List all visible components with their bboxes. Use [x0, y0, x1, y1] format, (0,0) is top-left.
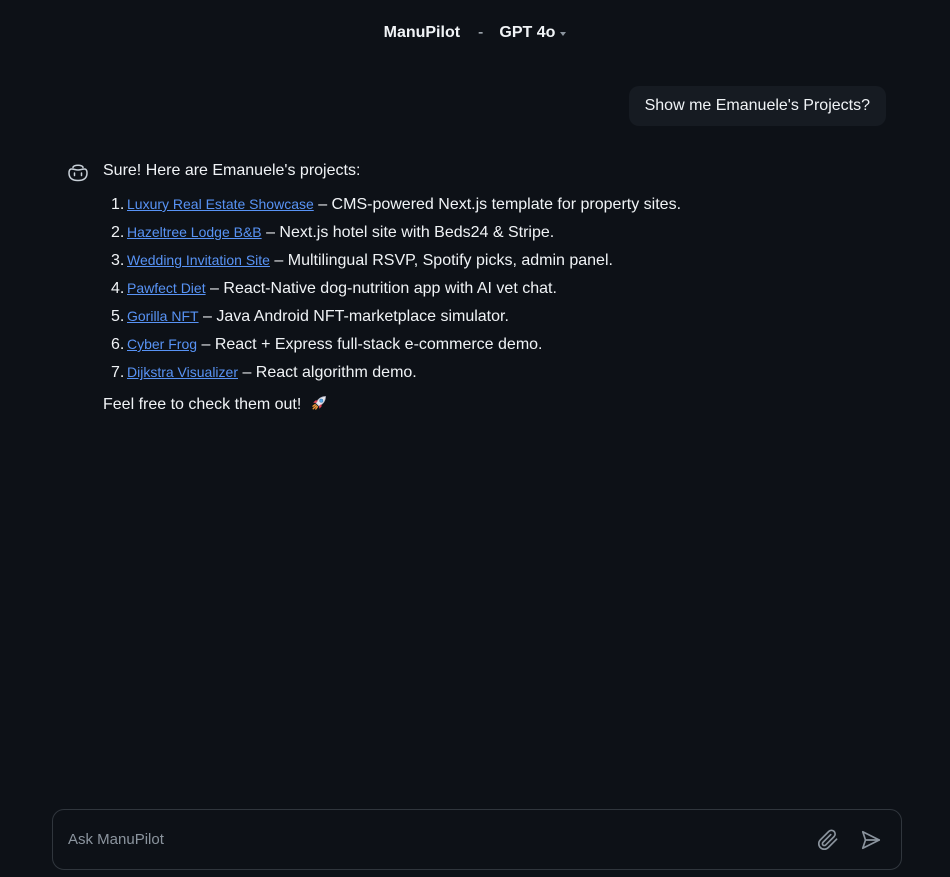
project-link-pawfect-diet[interactable]: Pawfect Diet	[127, 277, 206, 299]
project-number: 4.	[111, 280, 125, 297]
user-message-text: Show me Emanuele's Projects?	[644, 97, 870, 114]
project-number: 2.	[111, 224, 125, 241]
project-description: – React + Express full-stack e-commerce …	[197, 336, 543, 353]
paperclip-icon[interactable]	[816, 828, 840, 852]
header-separator: -	[478, 24, 484, 41]
rocket-icon	[310, 394, 328, 419]
project-link-cyber-frog[interactable]: Cyber Frog	[127, 333, 197, 355]
project-description: – Multilingual RSVP, Spotify picks, admi…	[269, 252, 613, 269]
project-description: – Java Android NFT-marketplace simulator…	[198, 308, 509, 325]
project-number: 3.	[111, 252, 125, 269]
project-item: 2. Hazeltree Lodge B&B – Next.js hotel s…	[103, 221, 883, 249]
project-list: 1. Luxury Real Estate Showcase – CMS-pow…	[103, 193, 883, 389]
model-selector[interactable]: GPT 4o	[499, 24, 567, 42]
user-message-bubble: Show me Emanuele's Projects?	[628, 86, 886, 126]
project-number: 5.	[111, 308, 125, 325]
project-number: 1.	[111, 196, 125, 213]
project-item: 4. Pawfect Diet – React-Native dog-nutri…	[103, 277, 883, 305]
project-number: 7.	[111, 364, 125, 381]
project-item: 3. Wedding Invitation Site – Multilingua…	[103, 249, 883, 277]
reply-outro: Feel free to check them out!	[103, 394, 883, 419]
bot-avatar-icon	[67, 161, 89, 183]
message-composer	[52, 809, 902, 870]
project-link-dijkstra-visualizer[interactable]: Dijkstra Visualizer	[127, 361, 238, 383]
reply-intro: Sure! Here are Emanuele's projects:	[103, 162, 361, 179]
project-number: 6.	[111, 336, 125, 353]
reply-outro-text: Feel free to check them out!	[103, 396, 302, 413]
model-name: GPT 4o	[499, 24, 556, 41]
project-link-gorilla-nft[interactable]: Gorilla NFT	[127, 305, 199, 327]
project-item: 5. Gorilla NFT – Java Android NFT-market…	[103, 305, 883, 333]
chat-header: ManuPilot - GPT 4o	[0, 24, 950, 42]
project-link-luxury-real-estate[interactable]: Luxury Real Estate Showcase	[127, 193, 314, 215]
project-link-hazeltree-lodge[interactable]: Hazeltree Lodge B&B	[127, 221, 262, 243]
send-icon[interactable]	[859, 828, 883, 852]
project-link-wedding-invitation[interactable]: Wedding Invitation Site	[127, 249, 270, 271]
app-name: ManuPilot	[383, 24, 461, 41]
project-item: 1. Luxury Real Estate Showcase – CMS-pow…	[103, 193, 883, 221]
project-item: 7. Dijkstra Visualizer – React algorithm…	[103, 361, 883, 389]
project-item: 6. Cyber Frog – React + Express full-sta…	[103, 333, 883, 361]
chevron-down-icon	[560, 31, 567, 36]
project-description: – React algorithm demo.	[238, 364, 417, 381]
project-description: – React-Native dog-nutrition app with AI…	[205, 280, 557, 297]
project-description: – Next.js hotel site with Beds24 & Strip…	[261, 224, 555, 241]
project-description: – CMS-powered Next.js template for prope…	[313, 196, 682, 213]
ask-input[interactable]	[68, 810, 788, 869]
assistant-reply: Sure! Here are Emanuele's projects: 1. L…	[103, 160, 883, 419]
